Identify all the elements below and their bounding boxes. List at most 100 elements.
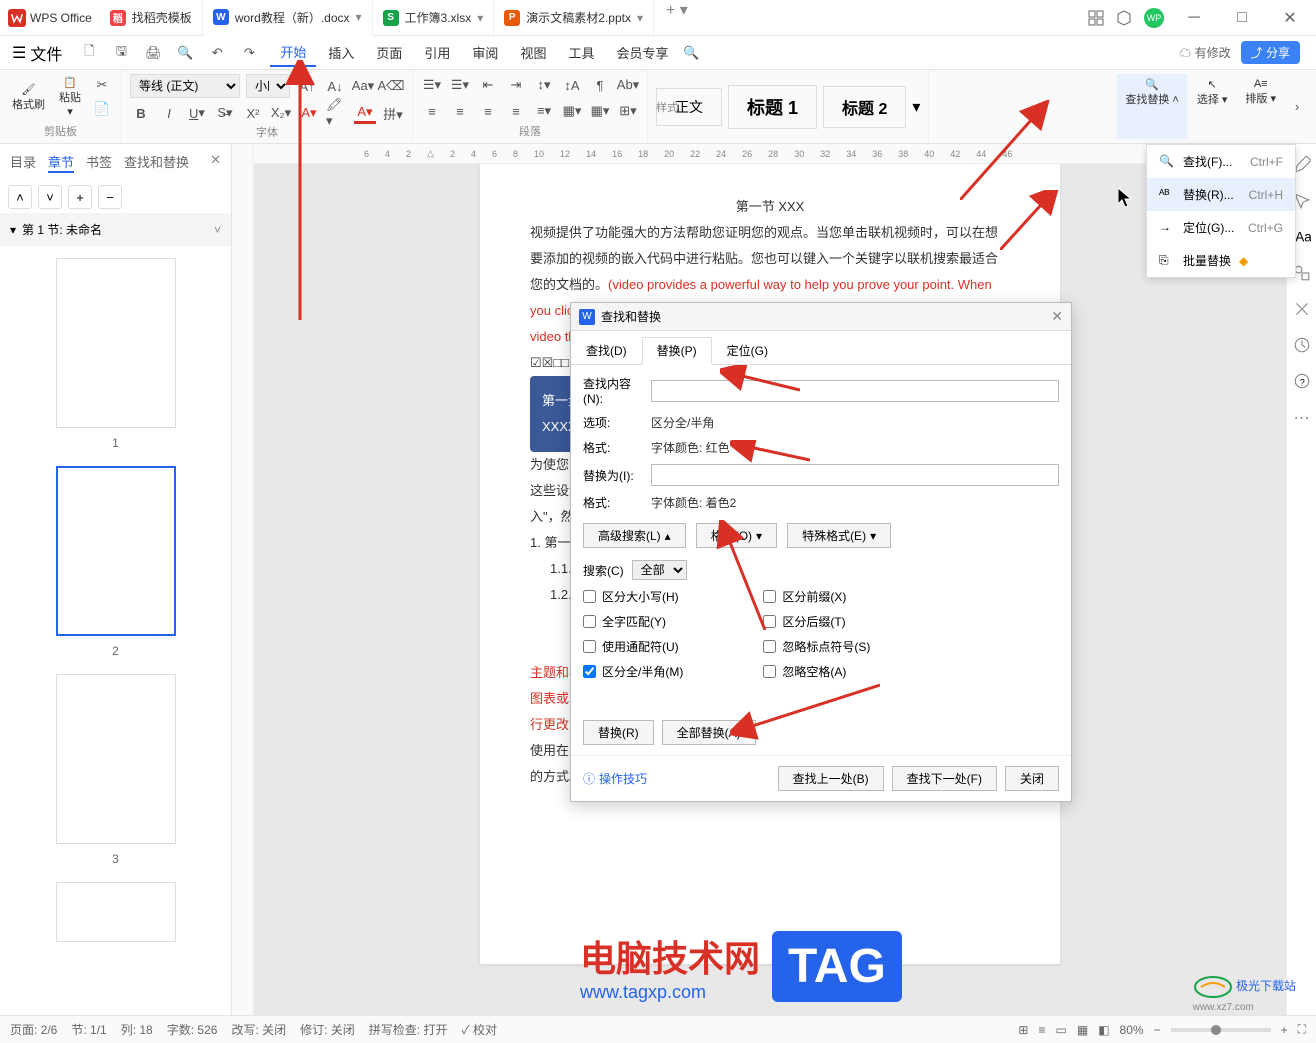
help-icon[interactable]: ? — [1293, 372, 1311, 390]
sidebar-tab-toc[interactable]: 目录 — [10, 152, 36, 173]
tab-menu-icon[interactable]: ▾ — [477, 11, 483, 25]
cloud-sync-icon[interactable]: ☁ 有修改 — [1179, 44, 1230, 61]
status-page[interactable]: 页面: 2/6 — [10, 1021, 57, 1038]
align-center-icon[interactable]: ≡ — [449, 100, 471, 122]
sidebar-close-icon[interactable]: ✕ — [210, 152, 221, 173]
check-case[interactable]: 区分大小写(H) — [583, 588, 683, 605]
dialog-close-btn[interactable]: 关闭 — [1005, 766, 1059, 791]
maximize-button[interactable]: □ — [1224, 3, 1260, 33]
bold-icon[interactable]: B — [130, 102, 152, 124]
find-next-button[interactable]: 查找下一处(F) — [892, 766, 997, 791]
font-family-select[interactable]: 等线 (正文) — [130, 74, 240, 98]
tabs-icon[interactable]: ⊞▾ — [617, 100, 639, 122]
view-mode-icon[interactable]: ⊞ — [1018, 1023, 1028, 1037]
sidebar-tab-chapter[interactable]: 章节 — [48, 152, 74, 173]
new-icon[interactable]: 🗋 — [78, 42, 100, 64]
section-header[interactable]: ▾第 1 节: 未命名 ˅ — [0, 213, 231, 246]
format-painter-button[interactable]: 🖌格式刷 — [8, 81, 49, 114]
menu-view[interactable]: 视图 — [510, 39, 556, 66]
grid-icon[interactable] — [1088, 10, 1104, 26]
align-right-icon[interactable]: ≡ — [477, 100, 499, 122]
borders-icon[interactable]: ▦▾ — [589, 100, 611, 122]
dropdown-goto[interactable]: → 定位(G)... Ctrl+G — [1147, 211, 1295, 244]
status-overwrite[interactable]: 改写: 关闭 — [231, 1021, 286, 1038]
tab-pptx[interactable]: P 演示文稿素材2.pptx ▾ — [494, 0, 654, 35]
page-thumbnail[interactable] — [56, 674, 176, 844]
show-marks-icon[interactable]: ¶ — [589, 74, 611, 96]
decrease-font-icon[interactable]: A↓ — [324, 75, 346, 97]
tab-xlsx[interactable]: S 工作簿3.xlsx ▾ — [373, 0, 495, 35]
highlight-icon[interactable]: 🖍▾ — [326, 102, 348, 124]
redo-icon[interactable]: ↷ — [238, 42, 260, 64]
status-section[interactable]: 节: 1/1 — [71, 1021, 106, 1038]
style-h2[interactable]: 标题 2 — [823, 86, 906, 128]
dropdown-find[interactable]: 🔍 查找(F)... Ctrl+F — [1147, 145, 1295, 178]
add-tab-button[interactable]: + ▾ — [654, 0, 700, 35]
minimize-button[interactable]: ─ — [1176, 3, 1212, 33]
text-effect-icon[interactable]: A▾ — [298, 102, 320, 124]
italic-icon[interactable]: I — [158, 102, 180, 124]
view-mode-icon[interactable]: ≡ — [1038, 1023, 1045, 1037]
text-direction-icon[interactable]: Ab▾ — [617, 74, 639, 96]
fit-page-icon[interactable]: ⛶ — [1298, 1022, 1306, 1037]
print-icon[interactable]: 🖨 — [142, 42, 164, 64]
font-color-icon[interactable]: A▾ — [354, 102, 376, 124]
distribute-icon[interactable]: ≡▾ — [533, 100, 555, 122]
select-button[interactable]: ↖ 选择 ▾ — [1189, 74, 1236, 139]
underline-icon[interactable]: U▾ — [186, 102, 208, 124]
check-wildcard[interactable]: 使用通配符(U) — [583, 638, 683, 655]
search-menu-icon[interactable]: 🔍 — [680, 42, 702, 64]
check-ignore-punct[interactable]: 忽略标点符号(S) — [763, 638, 870, 655]
zoom-slider[interactable] — [1171, 1028, 1271, 1032]
status-proof[interactable]: ✓ 校对 — [461, 1021, 497, 1038]
font-size-select[interactable]: 小四 — [246, 74, 290, 98]
page-thumbnail[interactable] — [56, 466, 176, 636]
find-prev-button[interactable]: 查找上一处(B) — [778, 766, 884, 791]
view-mode-icon[interactable]: ▦ — [1077, 1023, 1088, 1037]
collapse-ribbon-icon[interactable]: › — [1286, 96, 1308, 118]
page-thumbnail[interactable] — [56, 258, 176, 428]
dropdown-replace[interactable]: ᴬᴮ 替换(R)... Ctrl+H — [1147, 178, 1295, 211]
check-suffix[interactable]: 区分后缀(T) — [763, 613, 870, 630]
bullets-icon[interactable]: ☰▾ — [421, 74, 443, 96]
copy-icon[interactable]: 📄 — [91, 98, 113, 120]
sort-icon[interactable]: ↕A — [561, 74, 583, 96]
search-scope-select[interactable]: 全部 — [632, 560, 687, 580]
replace-all-button[interactable]: 全部替换(A) — [662, 720, 756, 745]
layout-button[interactable]: A≡ 排版 ▾ — [1237, 74, 1284, 139]
special-format-button[interactable]: 特殊格式(E) ▾ — [787, 523, 891, 548]
remove-section-button[interactable]: − — [98, 185, 122, 209]
styles-more-icon[interactable]: ▾ — [912, 97, 920, 117]
clear-format-icon[interactable]: A⌫ — [380, 75, 402, 97]
menu-member[interactable]: 会员专享 — [606, 39, 678, 66]
next-section-button[interactable]: ˅ — [38, 185, 62, 209]
tools-icon[interactable] — [1293, 300, 1311, 318]
status-spellcheck[interactable]: 拼写检查: 打开 — [369, 1021, 448, 1038]
preview-icon[interactable]: 🔍 — [174, 42, 196, 64]
share-button[interactable]: ⤴ 分享 — [1241, 41, 1300, 64]
dialog-tab-find[interactable]: 查找(D) — [571, 337, 642, 364]
menu-page[interactable]: 页面 — [366, 39, 412, 66]
status-words[interactable]: 字数: 526 — [167, 1021, 218, 1038]
zoom-level[interactable]: 80% — [1120, 1023, 1144, 1037]
outdent-icon[interactable]: ⇤ — [477, 74, 499, 96]
replace-input[interactable] — [651, 464, 1059, 486]
sidebar-tab-find[interactable]: 查找和替换 — [124, 152, 189, 173]
paste-button[interactable]: 📋粘贴▾ — [55, 74, 85, 120]
shading-icon[interactable]: ▦▾ — [561, 100, 583, 122]
cut-icon[interactable]: ✂ — [91, 74, 113, 96]
prev-section-button[interactable]: ˄ — [8, 185, 32, 209]
dialog-close-button[interactable]: ✕ — [1051, 308, 1063, 325]
tab-menu-icon[interactable]: ▾ — [637, 11, 643, 25]
status-revision[interactable]: 修订: 关闭 — [300, 1021, 355, 1038]
dialog-tab-replace[interactable]: 替换(P) — [642, 337, 712, 365]
check-full-half[interactable]: 区分全/半角(M) — [583, 663, 683, 680]
view-mode-icon[interactable]: ◧ — [1098, 1023, 1109, 1037]
change-case-icon[interactable]: Aa▾ — [352, 75, 374, 97]
check-prefix[interactable]: 区分前缀(X) — [763, 588, 870, 605]
menu-start[interactable]: 开始 — [270, 38, 316, 67]
sidebar-tab-bookmark[interactable]: 书签 — [86, 152, 112, 173]
view-mode-icon[interactable]: ▭ — [1056, 1023, 1067, 1037]
save-icon[interactable]: 🖫 — [110, 42, 132, 64]
strike-icon[interactable]: S̶▾ — [214, 102, 236, 124]
